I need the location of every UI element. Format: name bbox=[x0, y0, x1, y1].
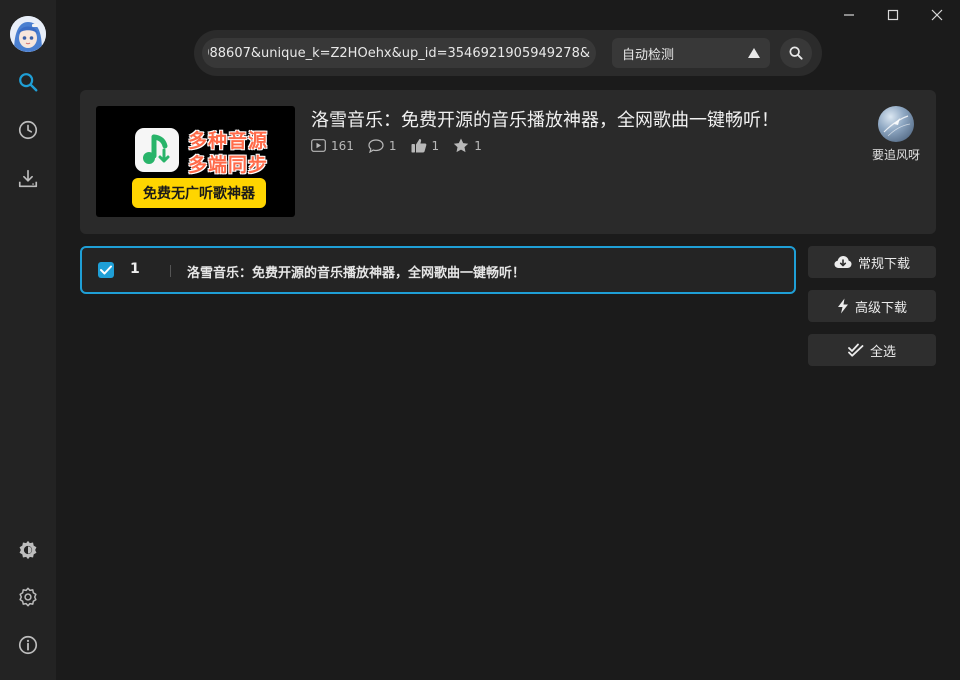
nav-about[interactable] bbox=[8, 625, 48, 665]
gear-icon bbox=[19, 587, 37, 607]
select-all-button[interactable]: 全选 bbox=[808, 334, 936, 366]
likes-count: 1 bbox=[431, 138, 440, 153]
nav-search[interactable] bbox=[8, 62, 48, 102]
search-bar: 自动检测 bbox=[194, 30, 822, 76]
search-icon bbox=[19, 73, 38, 92]
episode-title: 洛雪音乐：免费开源的音乐播放神器，全网歌曲一键畅听！ bbox=[187, 266, 526, 281]
maximize-icon bbox=[887, 9, 899, 21]
double-check-icon bbox=[848, 343, 864, 357]
nav-history[interactable] bbox=[8, 110, 48, 150]
thumbs-up-icon bbox=[411, 139, 426, 153]
close-button[interactable] bbox=[914, 0, 960, 30]
theme-gear-icon bbox=[19, 540, 37, 560]
nav-theme[interactable] bbox=[8, 530, 48, 570]
check-icon bbox=[100, 265, 112, 275]
info-icon bbox=[18, 635, 38, 655]
minimize-button[interactable] bbox=[826, 0, 872, 30]
parse-mode-label: 自动检测 bbox=[622, 47, 675, 63]
url-input[interactable] bbox=[202, 38, 596, 68]
comment-icon bbox=[368, 138, 384, 153]
video-cover[interactable]: 多种音源 多端同步 免费无广听歌神器 bbox=[96, 106, 295, 217]
app-logo bbox=[135, 128, 179, 172]
lightning-icon bbox=[837, 298, 848, 314]
normal-download-button[interactable]: 常规下载 bbox=[808, 246, 936, 278]
favorites-count: 1 bbox=[474, 138, 482, 153]
play-count-icon bbox=[311, 139, 326, 152]
minimize-icon bbox=[844, 14, 854, 16]
uploader-avatar[interactable] bbox=[878, 106, 914, 142]
parse-mode-select[interactable]: 自动检测 bbox=[612, 38, 770, 68]
video-title: 洛雪音乐：免费开源的音乐播放神器，全网歌曲一键畅听！ bbox=[311, 110, 779, 131]
star-icon bbox=[453, 138, 469, 153]
cloud-download-icon bbox=[834, 256, 852, 268]
views-count: 161 bbox=[331, 138, 354, 153]
sidebar bbox=[0, 0, 56, 680]
video-info-card: 多种音源 多端同步 免费无广听歌神器 洛雪音乐：免费开源的音乐播放神器，全网歌曲… bbox=[80, 90, 936, 234]
likes-stat: 1 bbox=[411, 138, 440, 153]
nav-downloads[interactable] bbox=[8, 159, 48, 199]
select-all-label: 全选 bbox=[869, 344, 896, 360]
advanced-download-button[interactable]: 高级下载 bbox=[808, 290, 936, 322]
comments-stat: 1 bbox=[368, 138, 397, 153]
normal-download-label: 常规下载 bbox=[857, 256, 910, 272]
maximize-button[interactable] bbox=[870, 0, 916, 30]
episode-index: 1 bbox=[130, 261, 140, 277]
uploader-avatar-image bbox=[883, 115, 911, 137]
cover-text-line-1: 多种音源 bbox=[188, 130, 269, 152]
nav-settings[interactable] bbox=[8, 577, 48, 617]
divider bbox=[170, 265, 171, 277]
favorites-stat: 1 bbox=[453, 138, 482, 153]
video-stats: 161 1 1 1 bbox=[311, 138, 482, 153]
user-avatar[interactable] bbox=[10, 16, 46, 52]
anime-avatar-icon bbox=[10, 16, 46, 52]
episode-row[interactable]: 1 洛雪音乐：免费开源的音乐播放神器，全网歌曲一键畅听！ bbox=[80, 246, 796, 294]
search-icon bbox=[789, 46, 803, 60]
uploader-name[interactable]: 要追风呀 bbox=[864, 146, 928, 163]
close-icon bbox=[931, 9, 943, 21]
cover-banner: 免费无广听歌神器 bbox=[132, 178, 266, 208]
download-icon bbox=[18, 169, 38, 188]
episode-checkbox[interactable] bbox=[98, 262, 114, 278]
comments-count: 1 bbox=[388, 138, 397, 153]
music-note-icon bbox=[143, 134, 170, 164]
clock-icon bbox=[18, 120, 38, 140]
search-button[interactable] bbox=[780, 38, 812, 68]
triangle-up-icon bbox=[748, 48, 760, 58]
cover-text-line-2: 多端同步 bbox=[188, 154, 269, 176]
advanced-download-label: 高级下载 bbox=[854, 300, 907, 316]
views-stat: 161 bbox=[311, 138, 354, 153]
